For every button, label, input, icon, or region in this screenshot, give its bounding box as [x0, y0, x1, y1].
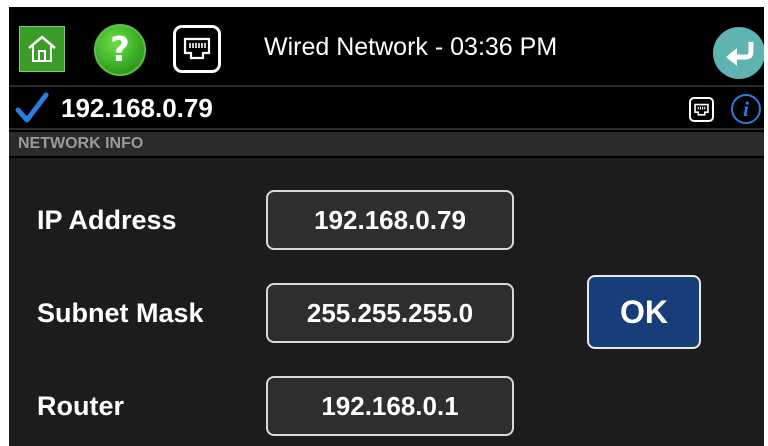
checkmark-icon [15, 92, 49, 123]
back-button[interactable] [713, 27, 764, 79]
home-button[interactable] [19, 26, 65, 72]
network-status-icon [689, 97, 714, 122]
section-header: NETWORK INFO [9, 132, 764, 156]
help-icon: ? [110, 30, 130, 70]
ethernet-port-icon [183, 37, 211, 60]
router-label: Router [37, 391, 124, 421]
subnet-mask-label: Subnet Mask [37, 298, 204, 328]
page-title: Wired Network - 03:36 PM [264, 33, 558, 61]
ip-address-label: IP Address [37, 205, 177, 235]
info-button[interactable]: i [731, 94, 761, 124]
ip-address-field[interactable]: 192.168.0.79 [266, 190, 514, 250]
ok-button[interactable]: OK [587, 275, 701, 349]
touch-screen: ? Wired Network - 03:36 PM 192.168.0.79 … [9, 7, 764, 446]
title-bar: ? Wired Network - 03:36 PM [9, 7, 764, 85]
status-bar: 192.168.0.79 i [9, 85, 764, 130]
network-button[interactable] [173, 25, 221, 73]
back-arrow-icon [726, 42, 754, 66]
subnet-mask-field[interactable]: 255.255.255.0 [266, 283, 514, 343]
help-button[interactable]: ? [94, 24, 146, 76]
router-field[interactable]: 192.168.0.1 [266, 376, 514, 436]
status-ip-address: 192.168.0.79 [61, 93, 213, 123]
home-icon [28, 35, 56, 62]
